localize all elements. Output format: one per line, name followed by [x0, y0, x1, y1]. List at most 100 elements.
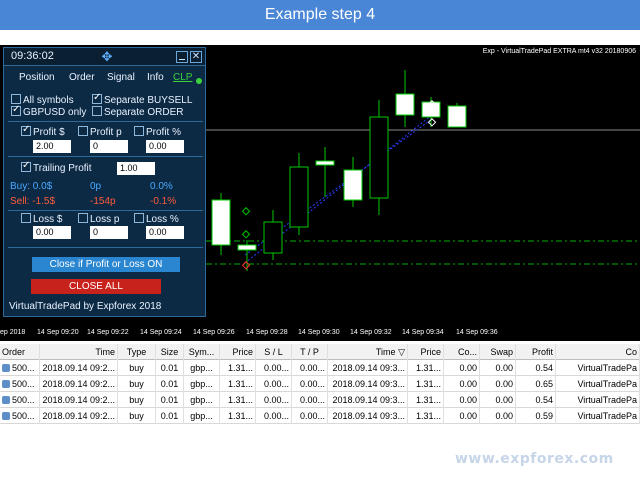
separate-buysell-checkbox[interactable] [92, 92, 102, 104]
close-all-button[interactable]: CLOSE ALL [31, 279, 161, 294]
profit-percent-input[interactable]: 0.00 [146, 140, 184, 153]
cell-text: 1.31... [227, 363, 253, 373]
close-if-profit-or-loss-button[interactable]: Close if Profit or Loss ON [32, 257, 180, 272]
gbpusd-only-option[interactable]: GBPUSD only [11, 104, 87, 118]
cell-time: 2018.09.14 09:2... [40, 376, 118, 392]
cell-comment: VirtualTradePa [556, 392, 640, 408]
col-order[interactable]: Order [0, 344, 40, 360]
col-time[interactable]: Time [40, 344, 118, 360]
loss-dollar-checkbox[interactable] [21, 213, 31, 223]
cell-text: 0.00 [459, 395, 477, 405]
cell-comment: VirtualTradePa [556, 408, 640, 424]
cell-text: VirtualTradePa [577, 411, 637, 421]
gbpusd-only-checkbox[interactable] [11, 104, 21, 116]
trailing-profit-checkbox[interactable] [21, 160, 31, 172]
loss-percent-checkbox[interactable] [134, 213, 144, 223]
col-sl[interactable]: S / L [256, 344, 292, 360]
col-type[interactable]: Type [118, 344, 156, 360]
loss-dollar-label: Loss $ [33, 214, 63, 225]
cell-text: 2018.09.14 09:3... [332, 395, 405, 405]
profit-points-checkbox[interactable] [78, 126, 88, 136]
tab-order[interactable]: Order [69, 72, 95, 83]
virtual-trade-pad[interactable]: 09:36:02 ✥ ✕ Position Order Signal Info … [3, 47, 206, 317]
cell-text: 0.54 [535, 363, 553, 373]
table-row[interactable]: 500... 2018.09.14 09:2... buy 0.01 gbp... 1.3… [0, 408, 640, 424]
cell-tp: 0.00... [292, 408, 328, 424]
buy-percent: 0.0% [150, 181, 173, 192]
cell-close-time: 2018.09.14 09:3... [328, 392, 408, 408]
loss-percent-input[interactable]: 0.00 [146, 226, 184, 239]
col-swap[interactable]: Swap [480, 344, 516, 360]
col-tp[interactable]: T / P [292, 344, 328, 360]
divider [8, 156, 203, 157]
profit-points-input[interactable]: 0 [90, 140, 128, 153]
cell-text: 1.31... [415, 395, 441, 405]
loss-points-option[interactable]: Loss p [78, 213, 119, 225]
cell-text: 2018.09.14 09:3... [332, 363, 405, 373]
loss-dollar-input[interactable]: 0.00 [33, 226, 71, 239]
table-row[interactable]: 500... 2018.09.14 09:2... buy 0.01 gbp... 1.3… [0, 360, 640, 376]
table-row[interactable]: 500... 2018.09.14 09:2... buy 0.01 gbp... 1.3… [0, 376, 640, 392]
loss-points-input[interactable]: 0 [90, 226, 128, 239]
all-symbols-checkbox[interactable] [11, 94, 21, 104]
cell-profit: 0.54 [516, 392, 556, 408]
cell-type: buy [118, 360, 156, 376]
loss-dollar-option[interactable]: Loss $ [21, 213, 62, 225]
trailing-profit-option[interactable]: Trailing Profit [21, 160, 92, 174]
tab-signal[interactable]: Signal [107, 72, 135, 83]
gbpusd-only-label: GBPUSD only [23, 107, 87, 118]
cell-text: 1.31... [415, 363, 441, 373]
table-row[interactable]: 500... 2018.09.14 09:2... buy 0.01 gbp... 1.3… [0, 392, 640, 408]
profit-dollar-input[interactable]: 2.00 [33, 140, 71, 153]
loss-points-checkbox[interactable] [78, 213, 88, 223]
separate-order-option[interactable]: Separate ORDER [92, 106, 183, 118]
candle-body [369, 116, 389, 199]
cell-text: 0.00 [495, 411, 513, 421]
sell-percent: -0.1% [150, 196, 177, 207]
cell-price: 1.31... [220, 376, 256, 392]
profit-percent-label: Profit % [146, 127, 182, 138]
col-commission[interactable]: Co... [444, 344, 480, 360]
buy-summary: Buy: 0.0$ [10, 181, 53, 192]
separate-buysell-option[interactable]: Separate BUYSELL [92, 92, 192, 106]
col-profit[interactable]: Profit [516, 344, 556, 360]
close-button[interactable]: ✕ [190, 51, 202, 63]
cell-text: gbp... [190, 411, 213, 421]
col-close-price[interactable]: Price [408, 344, 444, 360]
order-marker-icon [241, 230, 251, 239]
pad-title-bar[interactable]: 09:36:02 ✥ ✕ [4, 48, 205, 66]
cell-text: 2018.09.14 09:2... [42, 363, 115, 373]
cell-order: 500... [0, 376, 40, 392]
col-price[interactable]: Price [220, 344, 256, 360]
divider [8, 210, 203, 211]
col-close-time[interactable]: Time ▽ [328, 344, 408, 360]
cell-text: 500... [12, 411, 35, 421]
col-size[interactable]: Size [156, 344, 184, 360]
cell-symbol: gbp... [184, 392, 220, 408]
cell-comment: VirtualTradePa [556, 376, 640, 392]
candle-body [289, 166, 309, 228]
cell-text: 0.01 [160, 411, 179, 421]
profit-points-option[interactable]: Profit p [78, 126, 122, 138]
minimize-button[interactable] [176, 51, 188, 63]
tab-info[interactable]: Info [147, 72, 164, 83]
cell-text: gbp... [190, 363, 213, 373]
profit-percent-checkbox[interactable] [134, 126, 144, 136]
col-comment[interactable]: Co [556, 344, 640, 360]
profit-percent-option[interactable]: Profit % [134, 126, 181, 138]
col-symbol[interactable]: Sym... [184, 344, 220, 360]
separate-order-checkbox[interactable] [92, 106, 102, 116]
profit-dollar-checkbox[interactable] [21, 124, 31, 136]
cell-tp: 0.00... [292, 360, 328, 376]
tab-position[interactable]: Position [19, 72, 55, 83]
candle-body [343, 169, 363, 201]
time-tick-label: 14 Sep 09:24 [140, 329, 182, 336]
tab-clp[interactable]: CLP [173, 72, 192, 83]
profit-dollar-option[interactable]: Profit $ [21, 124, 65, 138]
cell-text: 0.00... [263, 379, 289, 389]
cell-type: buy [118, 392, 156, 408]
trailing-profit-input[interactable]: 1.00 [117, 162, 155, 175]
loss-percent-option[interactable]: Loss % [134, 213, 179, 225]
move-icon[interactable]: ✥ [100, 50, 114, 64]
order-icon [2, 396, 10, 404]
